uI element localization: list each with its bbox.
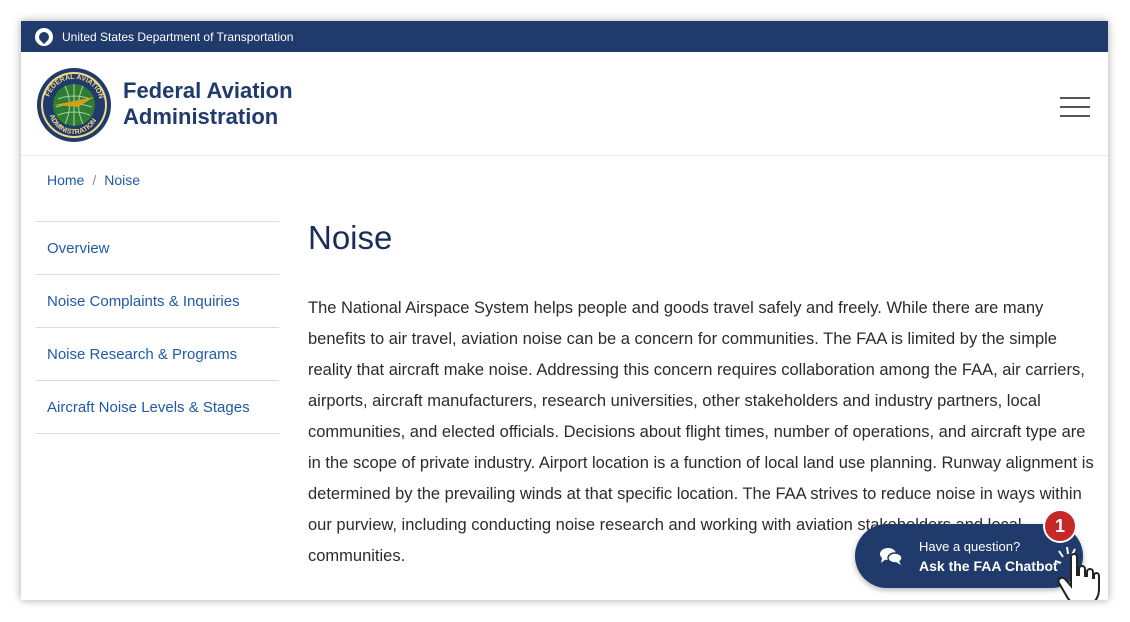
- chatbot-cta: Ask the FAA Chatbot: [919, 557, 1058, 574]
- breadcrumb-separator: /: [92, 172, 97, 188]
- site-title-line1: Federal Aviation: [123, 78, 293, 103]
- sidenav-item-complaints[interactable]: Noise Complaints & Inquiries: [35, 275, 279, 328]
- sidenav-item-research[interactable]: Noise Research & Programs: [35, 328, 279, 381]
- site-title[interactable]: Federal Aviation Administration: [123, 78, 293, 130]
- breadcrumb-home[interactable]: Home: [47, 172, 84, 188]
- faa-seal-icon[interactable]: FEDERAL AVIATION ADMINISTRATION: [36, 67, 112, 143]
- gov-banner-text: United States Department of Transportati…: [62, 29, 294, 44]
- chatbot-question: Have a question?: [919, 538, 1021, 554]
- site-title-line2: Administration: [123, 104, 279, 129]
- page-title: Noise: [308, 219, 393, 256]
- main-content: Noise The National Airspace System helps…: [308, 219, 1098, 572]
- site-header: FEDERAL AVIATION ADMINISTRATION Federal …: [21, 52, 1108, 156]
- breadcrumb: Home / Noise: [47, 172, 140, 188]
- chatbot-text: Have a question? Ask the FAA Chatbot: [919, 539, 1058, 574]
- breadcrumb-current[interactable]: Noise: [104, 172, 140, 188]
- gov-banner: United States Department of Transportati…: [21, 21, 1108, 52]
- side-navigation: Overview Noise Complaints & Inquiries No…: [35, 221, 279, 434]
- sidenav-item-overview[interactable]: Overview: [35, 222, 279, 275]
- dot-logo-icon: [35, 27, 53, 46]
- browser-page: United States Department of Transportati…: [21, 21, 1108, 600]
- hamburger-menu-icon[interactable]: [1060, 97, 1090, 117]
- chat-bubbles-icon: [880, 548, 903, 565]
- pointer-hand-icon: [1054, 546, 1100, 600]
- sidenav-item-levels[interactable]: Aircraft Noise Levels & Stages: [35, 381, 279, 434]
- notification-badge: 1: [1043, 509, 1077, 543]
